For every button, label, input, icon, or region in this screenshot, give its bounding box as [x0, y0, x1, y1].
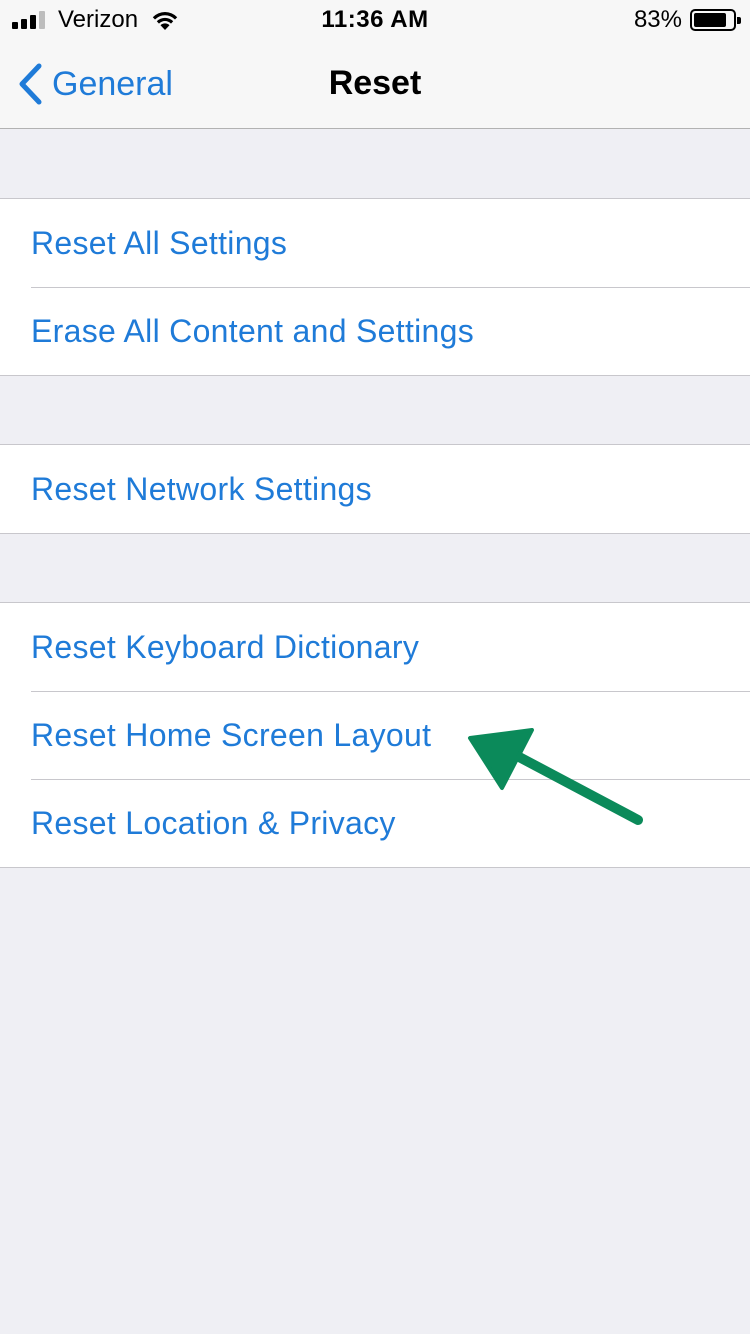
battery-percent: 83% [633, 6, 682, 33]
battery-icon [690, 9, 741, 31]
row-label: Reset All Settings [31, 224, 288, 261]
page-title: Reset [328, 64, 422, 102]
row-label: Erase All Content and Settings [31, 312, 475, 349]
erase-all-content-item[interactable]: Erase All Content and Settings [0, 287, 750, 375]
row-label: Reset Location & Privacy [31, 804, 396, 841]
battery-nub [737, 17, 741, 24]
row-label: Reset Home Screen Layout [31, 716, 432, 753]
reset-home-screen-layout-item[interactable]: Reset Home Screen Layout [0, 691, 750, 779]
reset-all-settings-item[interactable]: Reset All Settings [0, 199, 750, 287]
navigation-bar: General Reset [0, 40, 750, 129]
reset-network-settings-item[interactable]: Reset Network Settings [0, 445, 750, 533]
row-label: Reset Network Settings [31, 470, 372, 507]
row-label: Reset Keyboard Dictionary [31, 628, 420, 665]
status-right: 83% [633, 6, 741, 34]
reset-keyboard-dictionary-item[interactable]: Reset Keyboard Dictionary [0, 603, 750, 691]
reset-group-other: Reset Keyboard Dictionary Reset Home Scr… [0, 602, 750, 868]
reset-group-general: Reset All Settings Erase All Content and… [0, 198, 750, 376]
reset-group-network: Reset Network Settings [0, 444, 750, 534]
battery-fill [694, 13, 726, 27]
status-bar: Verizon 11:36 AM 83% [0, 0, 750, 40]
reset-location-privacy-item[interactable]: Reset Location & Privacy [0, 779, 750, 867]
